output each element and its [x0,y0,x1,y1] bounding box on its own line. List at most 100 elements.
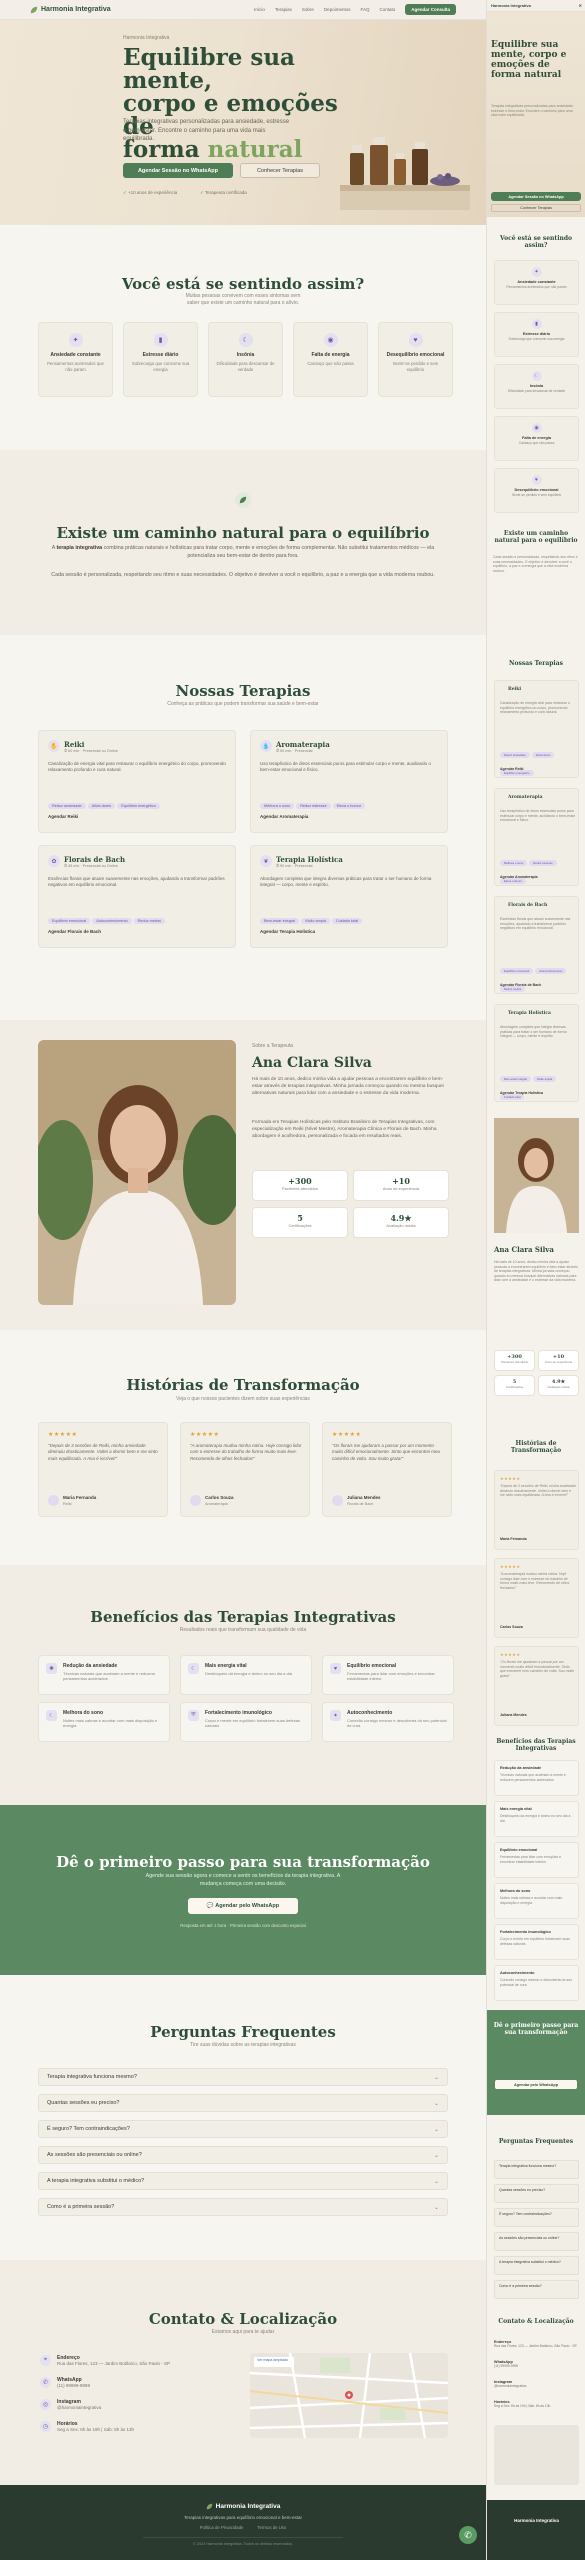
symptom-title: Insônia [236,352,255,358]
faq-item[interactable]: As sessões são presenciais ou online? ⌄ [38,2146,448,2164]
about-section: Sobre a Terapeuta Ana Clara Silva Há mai… [0,1020,486,1330]
symptom-card: ◉ Falta de energia Cansaço que não passa [293,322,368,397]
faq-item[interactable]: Terapia integrativa funciona mesmo? ⌄ [38,2068,448,2086]
whatsapp-float-button[interactable]: ✆ [459,2526,477,2544]
mobile-therapy-card: Aromaterapia Uso terapêutico de óleos ess… [494,788,579,886]
faq-question: Terapia integrativa funciona mesmo? [47,2074,137,2080]
drop-icon: 💧 [260,740,272,752]
flower-icon: ✿ [48,855,60,867]
benefit-tag: Bem-estar integral [260,918,300,924]
benefit-text: Noites mais calmas e acordar com mais di… [63,1718,158,1729]
mobile-stat-card: +300 Pacientes atendidos [494,1350,535,1371]
contact-value[interactable]: @harmoniaintegrativa [57,2405,101,2410]
faq-section: Perguntas Frequentes Tire suas dúvidas s… [0,1975,486,2260]
nav-link-terapias[interactable]: Terapias [275,7,292,12]
faq-item[interactable]: Quantas sessões eu preciso? ⌄ [38,2094,448,2112]
hero-therapies-button[interactable]: Conhecer Terapias [240,163,320,178]
footer: Harmonia Integrativa Terapias integrativ… [0,2485,486,2560]
map-link[interactable]: Ver mapa ampliado [257,2358,288,2362]
mobile-contact-item: Horários Seg a Sex: 8h às 19h | Sáb: 8h à… [494,2400,551,2408]
hero-oil-bottles-image [340,137,470,210]
therapy-meta: ⏱ 50 min · Presencial [276,749,313,753]
therapies-subtitle: Conheça as práticas que podem transforma… [167,701,319,707]
mobile-faq-item[interactable]: A terapia integrativa substitui o médico… [494,2256,579,2275]
mobile-faq-item[interactable]: É seguro? Tem contraindicações? [494,2208,579,2227]
therapy-tags: Melhora o sono Reduz estresse Eleva o humo… [260,794,367,812]
faq-question: A terapia integrativa substitui o médico… [47,2178,145,2184]
therapy-schedule-link[interactable]: Agendar Florais de Bach [48,929,101,934]
benefit-text: Corpo e mente em equilíbrio fortalecem s… [205,1718,300,1729]
location-map[interactable] [250,2353,448,2438]
mobile-hero-button[interactable]: Agendar Sessão no WhatsApp [491,192,581,201]
faq-question: Quantas sessões eu preciso? [47,2100,120,2106]
mobile-therapy-card: Reiki Canalização de energia vital para r… [494,680,579,778]
terms-link[interactable]: Termos de Uso [257,2525,286,2530]
mobile-faq-item[interactable]: As sessões são presenciais ou online? [494,2232,579,2251]
mobile-contact-item: Endereço Rua das Flores, 123 — Jardim Bot… [494,2340,577,2348]
faq-item[interactable]: A terapia integrativa substitui o médico… [38,2172,448,2190]
mobile-cta-button[interactable]: Agendar pelo WhatsApp [495,2080,577,2089]
mobile-faq-item[interactable]: Como é a primeira sessão? [494,2280,579,2299]
testimonial-card: ★★★★★ "Os florais me ajudaram a passar po… [322,1422,452,1517]
mobile-benefits-title: Benefícios das Terapias Integrativas [496,1738,576,1752]
mobile-therapies-button[interactable]: Conhecer Terapias [491,204,581,212]
contact-item: ✆ WhatsApp (11) 99999-9999 [40,2377,90,2388]
cta-whatsapp-button[interactable]: 💬 Agendar pelo WhatsApp [188,1898,298,1914]
mobile-path-text: Cada sessão é personalizada, respeitando… [493,555,578,573]
contact-title: Contato & Localização [148,2310,338,2328]
nav-link-sobre[interactable]: Sobre [302,7,314,12]
therapy-schedule-link[interactable]: Agendar Aromaterapia [260,814,308,819]
therapy-text: Abordagem completa que integra diversas … [260,876,432,888]
mobile-faq-item[interactable]: Quantas sessões eu preciso? [494,2184,579,2203]
symptom-title: Estresse diário [142,352,179,358]
mobile-symptom-card: ✦ Ansiedade constante Pensamentos acelerad… [494,260,579,305]
therapy-schedule-link[interactable]: Agendar Reiki [48,814,78,819]
benefit-tag: Alivia dores [87,803,116,809]
brand-logo[interactable]: Harmonia Integrativa [30,6,111,14]
star-rating: ★★★★★ [190,1432,220,1438]
leaf-icon [235,492,251,508]
battery-icon: ▮ [153,333,168,347]
stat-card: +300 Pacientes atendidos [252,1170,348,1201]
contact-value[interactable]: (11) 99999-9999 [57,2383,90,2388]
eye-icon: ◉ [323,333,338,347]
privacy-link[interactable]: Política de Privacidade [200,2525,244,2530]
nav-link-inicio[interactable]: Início [254,7,265,12]
testimonial-quote: "Depois de 3 sessões de Reiki, minha ans… [48,1443,158,1461]
stat-value: +300 [288,1176,312,1186]
mobile-footer: Harmonia Integrativa [487,2500,585,2560]
mobile-therapist-photo [494,1118,579,1233]
mobile-symptom-card: ♥ Desequilíbrio emocional Sentir-se perdid… [494,468,579,513]
stat-value: 5 [297,1213,303,1223]
close-icon[interactable]: ✕ [579,3,582,8]
mobile-contact-item: Instagram @harmoniaintegrativa [494,2380,527,2388]
mobile-feel-title: Você está se sentindo assim? [499,235,573,249]
therapy-schedule-link[interactable]: Agendar Terapia Holística [260,929,315,934]
therapist-photo [38,1040,236,1305]
nav-link-depoimentos[interactable]: Depoimentos [324,7,351,12]
mobile-location-map[interactable] [494,2425,579,2485]
mobile-cta: Dê o primeiro passo para sua transformaç… [487,2010,585,2115]
brain-icon: ✺ [46,1663,57,1674]
symptom-card: ☾ Insônia Dificuldade para descansar de ve… [208,322,283,397]
benefit-text: Conexão consigo mesmo e descoberta do se… [347,1718,447,1729]
eye-icon: ◉ [531,423,542,433]
benefit-tag: Reduz ansiedade [48,803,86,809]
benefit-tag: Melhora o sono [260,803,295,809]
phone-icon: ✆ [40,2377,51,2388]
hero-whatsapp-button[interactable]: Agendar Sessão no WhatsApp [123,163,233,178]
mobile-testimonial-card: ★★★★★ "A aromaterapia mudou minha rotina.… [494,1558,579,1638]
path-title: Existe um caminho natural para o equilíb… [56,524,430,542]
nav-link-faq[interactable]: FAQ [360,7,369,12]
faq-item[interactable]: É seguro? Tem contraindicações? ⌄ [38,2120,448,2138]
faq-item[interactable]: Como é a primeira sessão? ⌄ [38,2198,448,2216]
mobile-stat-card: 5 Certificações [494,1375,535,1396]
nav-cta-button[interactable]: Agendar Consulta [405,4,456,15]
mobile-about-name: Ana Clara Silva [494,1245,554,1254]
symptom-text: Sobrecarga que consome sua energia [131,361,190,372]
mobile-hero-text: Terapias integrativas personalizadas par… [491,104,574,117]
mobile-faq-item[interactable]: Terapia integrativa funciona mesmo? [494,2160,579,2179]
chevron-down-icon: ⌄ [433,2126,439,2133]
benefit-card: ✦ Autoconhecimento Conexão consigo mesmo e… [322,1702,454,1742]
nav-link-contato[interactable]: Contato [379,7,395,12]
